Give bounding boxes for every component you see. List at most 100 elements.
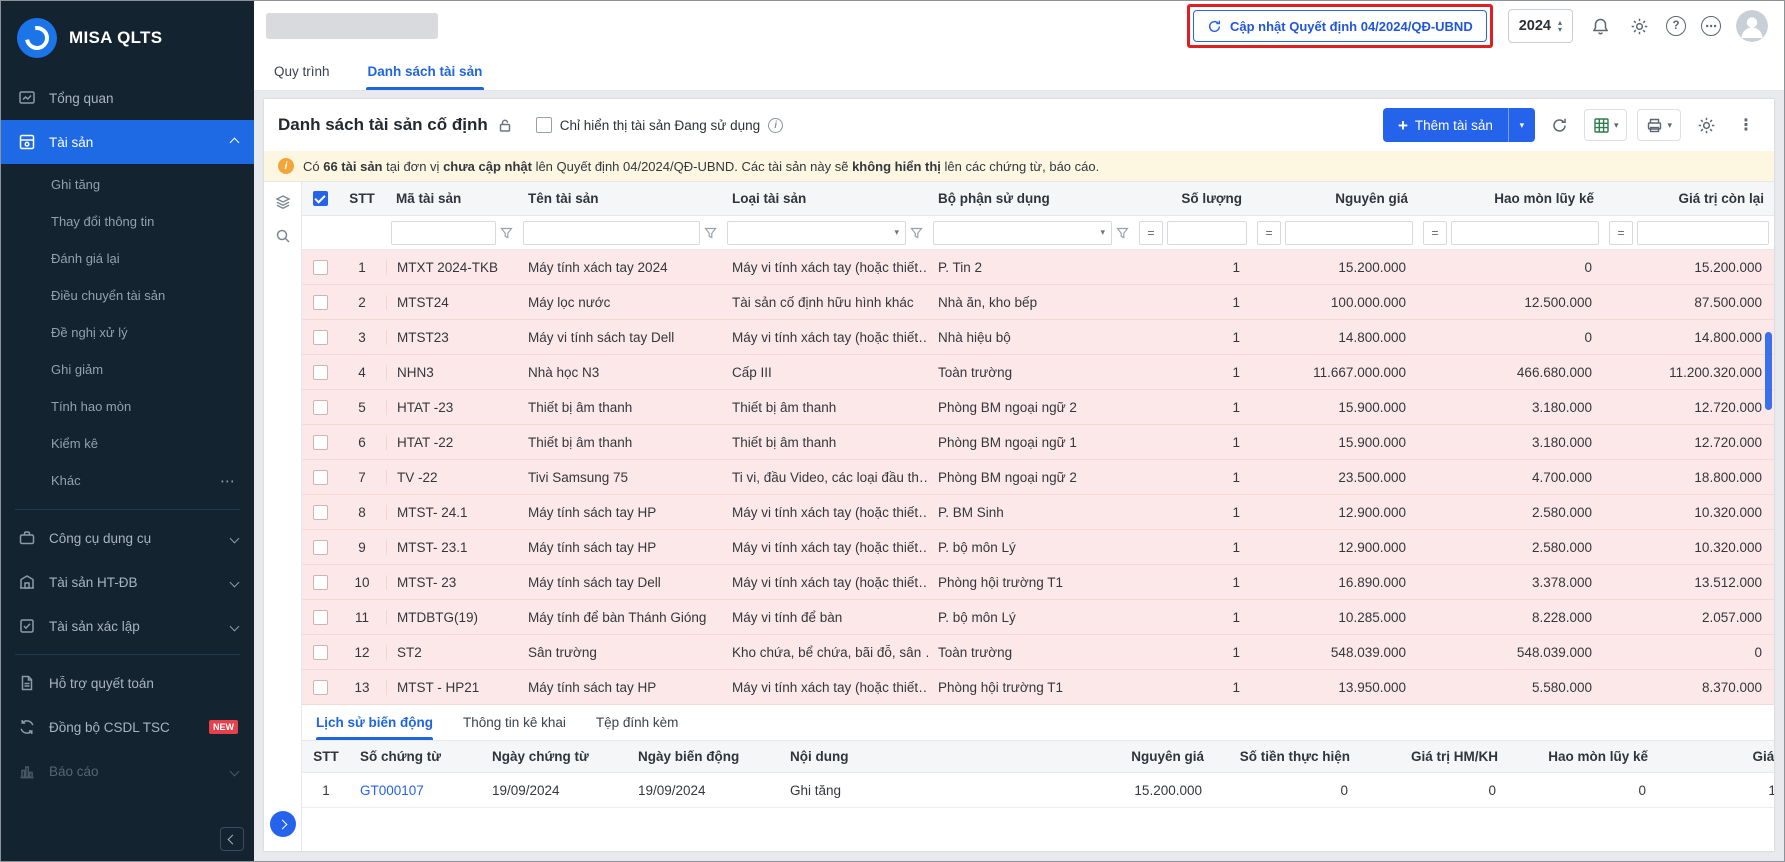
filter-icon[interactable] <box>500 227 513 239</box>
row-select-cell[interactable] <box>302 295 338 310</box>
row-checkbox[interactable] <box>313 260 328 275</box>
row-select-cell[interactable] <box>302 400 338 415</box>
filter-select-type[interactable]: ▾ <box>727 221 906 245</box>
filter-operator-qty[interactable]: = <box>1139 221 1163 245</box>
column-header-qty[interactable]: Số lượng <box>1134 191 1252 206</box>
caret-down-icon[interactable]: ▾ <box>1558 26 1562 33</box>
detail-tab-thong-tin-ke-khai[interactable]: Thông tin kê khai <box>463 715 566 740</box>
table-row[interactable]: 11MTDBTG(19)Máy tính để bàn Thánh GióngM… <box>302 600 1774 635</box>
detail-cell-doc-no[interactable]: GT000107 <box>350 783 482 798</box>
more-icon[interactable]: ⋯ <box>220 472 236 490</box>
sidebar-item-tai-san[interactable]: Tài sản <box>1 120 254 164</box>
search-icon[interactable] <box>275 228 291 244</box>
sidebar-subitem-kiem-ke[interactable]: Kiểm kê <box>1 425 254 462</box>
table-settings-button[interactable] <box>1691 111 1722 140</box>
column-header-dept[interactable]: Bộ phận sử dụng <box>928 191 1134 206</box>
table-row[interactable]: 13MTST - HP21Máy tính sách tay HPMáy vi … <box>302 670 1774 705</box>
row-select-cell[interactable] <box>302 680 338 695</box>
row-select-cell[interactable] <box>302 365 338 380</box>
row-checkbox[interactable] <box>313 435 328 450</box>
table-row[interactable]: 2MTST24Máy lọc nướcTài sản cố định hữu h… <box>302 285 1774 320</box>
year-stepper-icon[interactable]: ▴ ▾ <box>1558 19 1562 33</box>
filter-icon[interactable] <box>1116 227 1129 239</box>
filter-input-cost[interactable] <box>1285 221 1413 245</box>
year-selector[interactable]: 2024 ▴ ▾ <box>1508 9 1573 43</box>
row-checkbox[interactable] <box>313 680 328 695</box>
row-select-cell[interactable] <box>302 330 338 345</box>
sidebar-subitem-ghi-tang[interactable]: Ghi tăng <box>1 166 254 203</box>
table-row[interactable]: 8MTST- 24.1Máy tính sách tay HPMáy vi tí… <box>302 495 1774 530</box>
refresh-button[interactable] <box>1545 112 1574 139</box>
sidebar-subitem-ghi-giam[interactable]: Ghi giảm <box>1 351 254 388</box>
column-header-code[interactable]: Mã tài sản <box>386 191 518 206</box>
column-header-accum-dep[interactable]: Hao mòn lũy kế <box>1418 191 1604 206</box>
filter-icon[interactable] <box>910 227 923 239</box>
table-row[interactable]: 12ST2Sân trườngKho chứa, bể chứa, bãi đỗ… <box>302 635 1774 670</box>
filter-operator-accum-dep[interactable]: = <box>1423 221 1447 245</box>
app-logo[interactable]: MISA QLTS <box>1 1 254 76</box>
vertical-scrollbar[interactable] <box>1765 332 1772 410</box>
select-all-checkbox[interactable] <box>313 191 328 206</box>
filter-input-accum-dep[interactable] <box>1451 221 1599 245</box>
filter-input-remaining[interactable] <box>1637 221 1769 245</box>
row-checkbox[interactable] <box>313 610 328 625</box>
expand-panel-button[interactable] <box>270 811 296 837</box>
help-icon[interactable]: ? <box>1666 16 1686 36</box>
table-row[interactable]: 5HTAT -23Thiết bị âm thanhThiết bị âm th… <box>302 390 1774 425</box>
filter-input-name[interactable] <box>523 221 700 245</box>
detail-tab-lich-su-bien-dong[interactable]: Lịch sử biến động <box>316 715 433 740</box>
table-row[interactable]: 7TV -22Tivi Samsung 75Ti vi, đầu Video, … <box>302 460 1774 495</box>
update-decision-button[interactable]: Cập nhật Quyết định 04/2024/QĐ-UBND <box>1193 10 1487 42</box>
more-options-icon[interactable]: ⋯ <box>1701 16 1721 36</box>
filter-select-dept[interactable]: ▾ <box>933 221 1112 245</box>
column-header-name[interactable]: Tên tài sản <box>518 191 722 206</box>
sidebar-subitem-thay-doi-thong-tin[interactable]: Thay đổi thông tin <box>1 203 254 240</box>
sidebar-subitem-khac[interactable]: Khác⋯ <box>1 462 254 499</box>
detail-tab-tep-dinh-kem[interactable]: Tệp đính kèm <box>596 715 679 740</box>
row-select-cell[interactable] <box>302 505 338 520</box>
detail-row[interactable]: 1GT00010719/09/202419/09/2024Ghi tăng15.… <box>302 773 1774 808</box>
sidebar-item-cong-cu-dung-cu[interactable]: Công cụ dụng cụ <box>1 516 254 560</box>
filter-input-code[interactable] <box>391 221 496 245</box>
table-row[interactable]: 3MTST23Máy vi tính sách tay DellMáy vi t… <box>302 320 1774 355</box>
add-asset-button[interactable]: + Thêm tài sản <box>1383 108 1508 142</box>
tab-danh-sach-tai-san[interactable]: Danh sách tài sản <box>366 64 485 90</box>
sidebar-item-tai-san-ht-db[interactable]: Tài sản HT-ĐB <box>1 560 254 604</box>
row-checkbox[interactable] <box>313 295 328 310</box>
grid-view-button[interactable]: ▾ <box>1584 109 1628 141</box>
filter-operator-cost[interactable]: = <box>1257 221 1281 245</box>
row-select-cell[interactable] <box>302 540 338 555</box>
table-row[interactable]: 9MTST- 23.1Máy tính sách tay HPMáy vi tí… <box>302 530 1774 565</box>
row-select-cell[interactable] <box>302 645 338 660</box>
table-row[interactable]: 10MTST- 23Máy tính sách tay DellMáy vi t… <box>302 565 1774 600</box>
sidebar-collapse-button[interactable] <box>220 827 244 851</box>
column-header-stt[interactable]: STT <box>338 191 386 206</box>
column-header-cost[interactable]: Nguyên giá <box>1252 191 1418 206</box>
column-header-remaining[interactable]: Giá trị còn lại <box>1604 191 1774 206</box>
filter-input-qty[interactable] <box>1167 221 1247 245</box>
sidebar-subitem-danh-gia-lai[interactable]: Đánh giá lại <box>1 240 254 277</box>
avatar[interactable] <box>1736 10 1768 42</box>
row-select-cell[interactable] <box>302 610 338 625</box>
settings-icon[interactable] <box>1627 14 1651 38</box>
filter-icon[interactable] <box>704 227 717 239</box>
layers-icon[interactable] <box>275 194 291 210</box>
sidebar-item-tong-quan[interactable]: Tổng quan <box>1 76 254 120</box>
only-active-checkbox[interactable] <box>536 117 552 133</box>
table-row[interactable]: 6HTAT -22Thiết bị âm thanhThiết bị âm th… <box>302 425 1774 460</box>
sidebar-item-tai-san-xac-lap[interactable]: Tài sản xác lập <box>1 604 254 648</box>
print-button[interactable]: ▾ <box>1637 109 1681 141</box>
row-checkbox[interactable] <box>313 365 328 380</box>
table-row[interactable]: 1MTXT 2024-TKBMáy tính xách tay 2024Máy … <box>302 250 1774 285</box>
sidebar-subitem-de-nghi-xu-ly[interactable]: Đề nghị xử lý <box>1 314 254 351</box>
row-checkbox[interactable] <box>313 330 328 345</box>
select-all-cell[interactable] <box>302 191 338 206</box>
row-select-cell[interactable] <box>302 260 338 275</box>
add-asset-dropdown[interactable]: ▾ <box>1508 108 1535 142</box>
row-checkbox[interactable] <box>313 645 328 660</box>
row-checkbox[interactable] <box>313 505 328 520</box>
sidebar-subitem-tinh-hao-mon[interactable]: Tính hao mòn <box>1 388 254 425</box>
more-actions-button[interactable]: ⋮ <box>1732 110 1760 140</box>
sidebar-item-ho-tro-quyet-toan[interactable]: Hỗ trợ quyết toán <box>1 661 254 705</box>
row-select-cell[interactable] <box>302 470 338 485</box>
